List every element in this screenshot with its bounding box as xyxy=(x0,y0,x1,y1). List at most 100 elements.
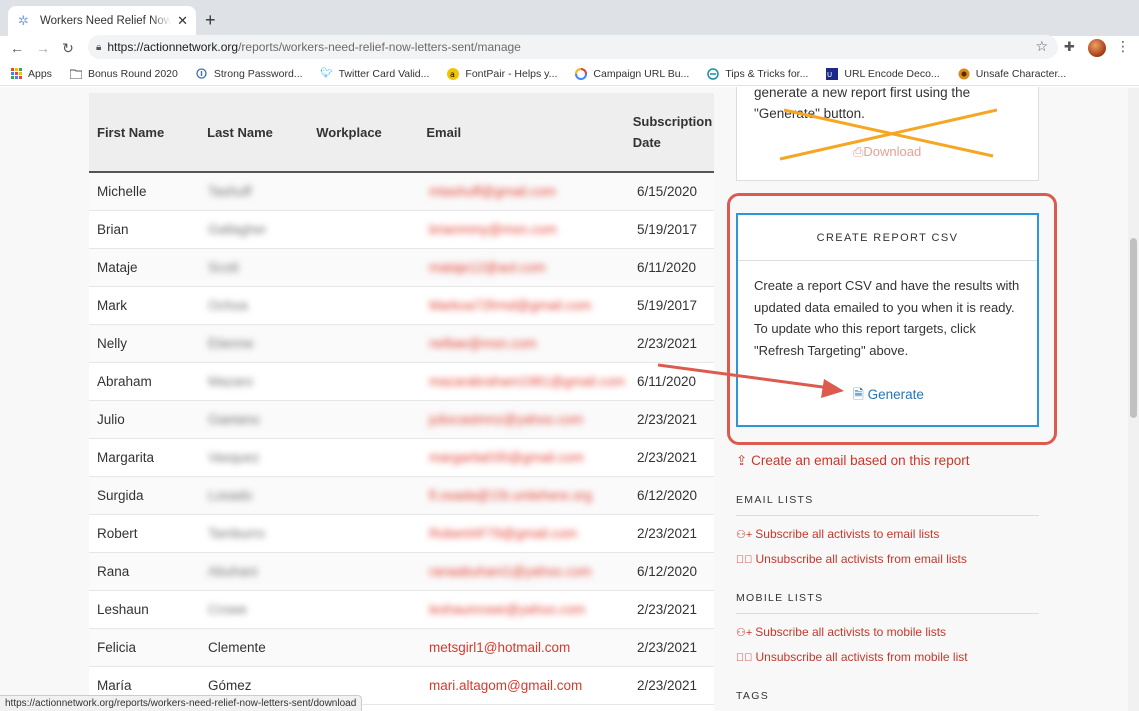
email-cell[interactable]: brianmmy@msn.com xyxy=(421,222,629,237)
back-arrow-icon[interactable]: ← xyxy=(4,40,30,56)
first-name-cell: Margarita xyxy=(97,450,155,465)
table-row: Felicia Clemente metsgirl1@hotmail.com 2/23… xyxy=(89,629,714,667)
table-row: Mark Ochoa Markoa72frmd@gmail.com 5/19/2017 xyxy=(89,287,714,325)
email-cell[interactable]: nelliae@msn.com xyxy=(421,336,629,351)
email-cell[interactable]: mazarabraham1981@gmail.com xyxy=(421,374,629,389)
close-tab-icon[interactable]: ✕ xyxy=(177,13,188,29)
subscription-date-cell: 5/19/2017 xyxy=(637,222,698,237)
apps-grid-icon xyxy=(10,68,22,80)
last-name-cell: Losado xyxy=(208,488,253,503)
fontpair-icon: a xyxy=(447,67,460,80)
bookmark-campaign-url[interactable]: Campaign URL Bu... xyxy=(575,67,689,80)
folder-icon xyxy=(69,68,82,80)
subscribe-mobile-lists-link[interactable]: ⚇+ Subscribe all activists to mobile list… xyxy=(736,625,946,639)
email-cell[interactable]: mataje12@aol.com xyxy=(421,260,629,275)
email-cell[interactable]: Markoa72frmd@gmail.com xyxy=(421,298,629,313)
email-cell[interactable]: mtashuff@gmail.com xyxy=(421,184,629,199)
first-name-cell: Mataje xyxy=(97,260,138,275)
bookmark-label: Tips & Tricks for... xyxy=(725,67,809,80)
lock-icon: 🔒︎ xyxy=(96,41,102,53)
email-export-icon: ⇪ xyxy=(736,453,748,468)
svg-text:a: a xyxy=(450,70,455,79)
first-name-cell: Leshaun xyxy=(97,602,149,617)
profile-avatar[interactable] xyxy=(1088,39,1106,57)
add-user-icon: ⚇+ xyxy=(736,627,753,639)
subscription-date-cell: 2/23/2021 xyxy=(637,336,698,351)
bookmark-url-encode[interactable]: U URL Encode Deco... xyxy=(826,67,940,80)
table-row: Abraham Mazaro mazarabraham1981@gmail.com 6… xyxy=(89,363,714,401)
create-email-link[interactable]: ⇪ Create an email based on this report xyxy=(736,453,969,469)
subscription-date-cell: 2/23/2021 xyxy=(637,602,698,617)
url-path: /reports/workers-need-relief-now-letters… xyxy=(238,40,521,54)
bookmark-label: Strong Password... xyxy=(213,67,303,80)
extensions-puzzle-icon[interactable]: ✚ xyxy=(1064,39,1075,55)
first-name-cell: Felicia xyxy=(97,640,137,655)
email-cell[interactable]: fl.osada@15t.unitehere.org xyxy=(421,488,629,503)
table-row: Margarita Vasquez margarita035@gmail.com 2/… xyxy=(89,439,714,477)
last-name-cell: Tashuff xyxy=(208,184,252,199)
email-cell[interactable]: mari.altagom@gmail.com xyxy=(421,678,629,693)
bookmark-unsafe-character[interactable]: Unsafe Character... xyxy=(958,68,1066,80)
forward-arrow-icon[interactable]: → xyxy=(30,40,56,56)
email-cell[interactable]: metsgirl1@hotmail.com xyxy=(421,640,629,655)
previous-report-box: generate a new report first using the "G… xyxy=(736,87,1039,181)
bookmark-fontpair[interactable]: a FontPair - Helps y... xyxy=(447,67,557,80)
table-row: Nelly Etienne nelliae@msn.com 2/23/2021 xyxy=(89,325,714,363)
subscribe-email-lists-link[interactable]: ⚇+ Subscribe all activists to email lists xyxy=(736,527,939,541)
url-encode-icon: U xyxy=(826,67,839,80)
bookmark-star-icon[interactable]: ☆ xyxy=(1035,38,1048,55)
email-cell[interactable]: RobertAF79@gmail.com xyxy=(421,526,629,541)
table-row: Surgida Losado fl.osada@15t.unitehere.org 6… xyxy=(89,477,714,515)
scrollbar-thumb[interactable] xyxy=(1130,238,1137,418)
bookmark-label: Unsafe Character... xyxy=(975,67,1067,80)
table-row: Rana Abuhani ranaabuhani1@yahoo.com 6/12/20… xyxy=(89,553,714,591)
bookmark-label: Apps xyxy=(28,67,52,80)
action-network-favicon-icon: ✲ xyxy=(18,13,29,28)
table-row: Brian Gallagher brianmmy@msn.com 5/19/2017 xyxy=(89,211,714,249)
unsubscribe-mobile-lists-link[interactable]: ⚇⃠ Unsubscribe all activists from mobile … xyxy=(736,650,968,664)
last-name-cell: Vasquez xyxy=(208,450,260,465)
subscription-date-cell: 2/23/2021 xyxy=(637,526,698,541)
reload-icon[interactable]: ↻ xyxy=(55,40,81,57)
email-cell[interactable]: ranaabuhani1@yahoo.com xyxy=(421,564,629,579)
first-name-cell: Surgida xyxy=(97,488,144,503)
link-label: Subscribe all activists to mobile lists xyxy=(755,625,947,639)
google-icon xyxy=(575,67,588,80)
last-name-cell: Clemente xyxy=(208,640,266,655)
email-cell[interactable]: juliocastmnz@yahoo.com xyxy=(421,412,629,427)
tags-heading: TAGS xyxy=(736,690,1039,711)
bookmark-apps[interactable]: Apps xyxy=(10,68,52,80)
status-bar-url: https://actionnetwork.org/reports/worker… xyxy=(0,695,363,711)
subscription-date-cell: 6/12/2020 xyxy=(637,488,698,503)
subscription-date-cell: 2/23/2021 xyxy=(637,678,698,693)
bookmarks-bar: Apps Bonus Round 2020 Strong Password...… xyxy=(0,62,1139,86)
bookmark-strong-password[interactable]: Strong Password... xyxy=(196,68,303,80)
bookmark-bonus-round[interactable]: Bonus Round 2020 xyxy=(69,68,178,80)
email-lists-heading: EMAIL LISTS xyxy=(736,494,1039,516)
bookmark-label: Twitter Card Valid... xyxy=(338,67,430,80)
bookmark-tips-tricks[interactable]: Tips & Tricks for... xyxy=(707,68,808,80)
unsafe-char-icon xyxy=(958,68,970,80)
generate-label: Generate xyxy=(867,387,924,402)
column-header-email: Email xyxy=(426,124,462,140)
report-manage-page: First Name Last Name Workplace Email Sub… xyxy=(0,87,1139,711)
url-domain: https://actionnetwork.org xyxy=(107,40,239,54)
generate-button[interactable]: 🗎︎ Generate xyxy=(853,385,924,408)
table-row: Leshaun Crowe leshaunrowe@yahoo.com 2/23/20… xyxy=(89,591,714,629)
email-cell[interactable]: leshaunrowe@yahoo.com xyxy=(421,602,629,617)
browser-menu-icon[interactable]: ⋮ xyxy=(1116,38,1130,55)
subscription-date-cell: 2/23/2021 xyxy=(637,640,698,655)
page-scrollbar[interactable] xyxy=(1128,88,1139,711)
browser-tab[interactable]: ✲ Workers Need Relief Now Letters Sent ✕ xyxy=(8,6,196,36)
last-name-cell: Gaetano xyxy=(208,412,260,427)
address-bar[interactable]: 🔒︎ https://actionnetwork.org/reports/wor… xyxy=(88,35,1058,59)
first-name-cell: Brian xyxy=(97,222,129,237)
table-row: Julio Gaetano juliocastmnz@yahoo.com 2/23/2… xyxy=(89,401,714,439)
unsubscribe-email-lists-link[interactable]: ⚇⃠ Unsubscribe all activists from email l… xyxy=(736,552,967,566)
subscription-date-cell: 2/23/2021 xyxy=(637,450,698,465)
email-cell[interactable]: margarita035@gmail.com xyxy=(421,450,629,465)
new-tab-icon[interactable]: + xyxy=(205,10,216,31)
first-name-cell: Michelle xyxy=(97,184,147,199)
last-name-cell: Etienne xyxy=(208,336,254,351)
bookmark-twitter-card[interactable]: 🐦︎ Twitter Card Valid... xyxy=(320,67,430,80)
